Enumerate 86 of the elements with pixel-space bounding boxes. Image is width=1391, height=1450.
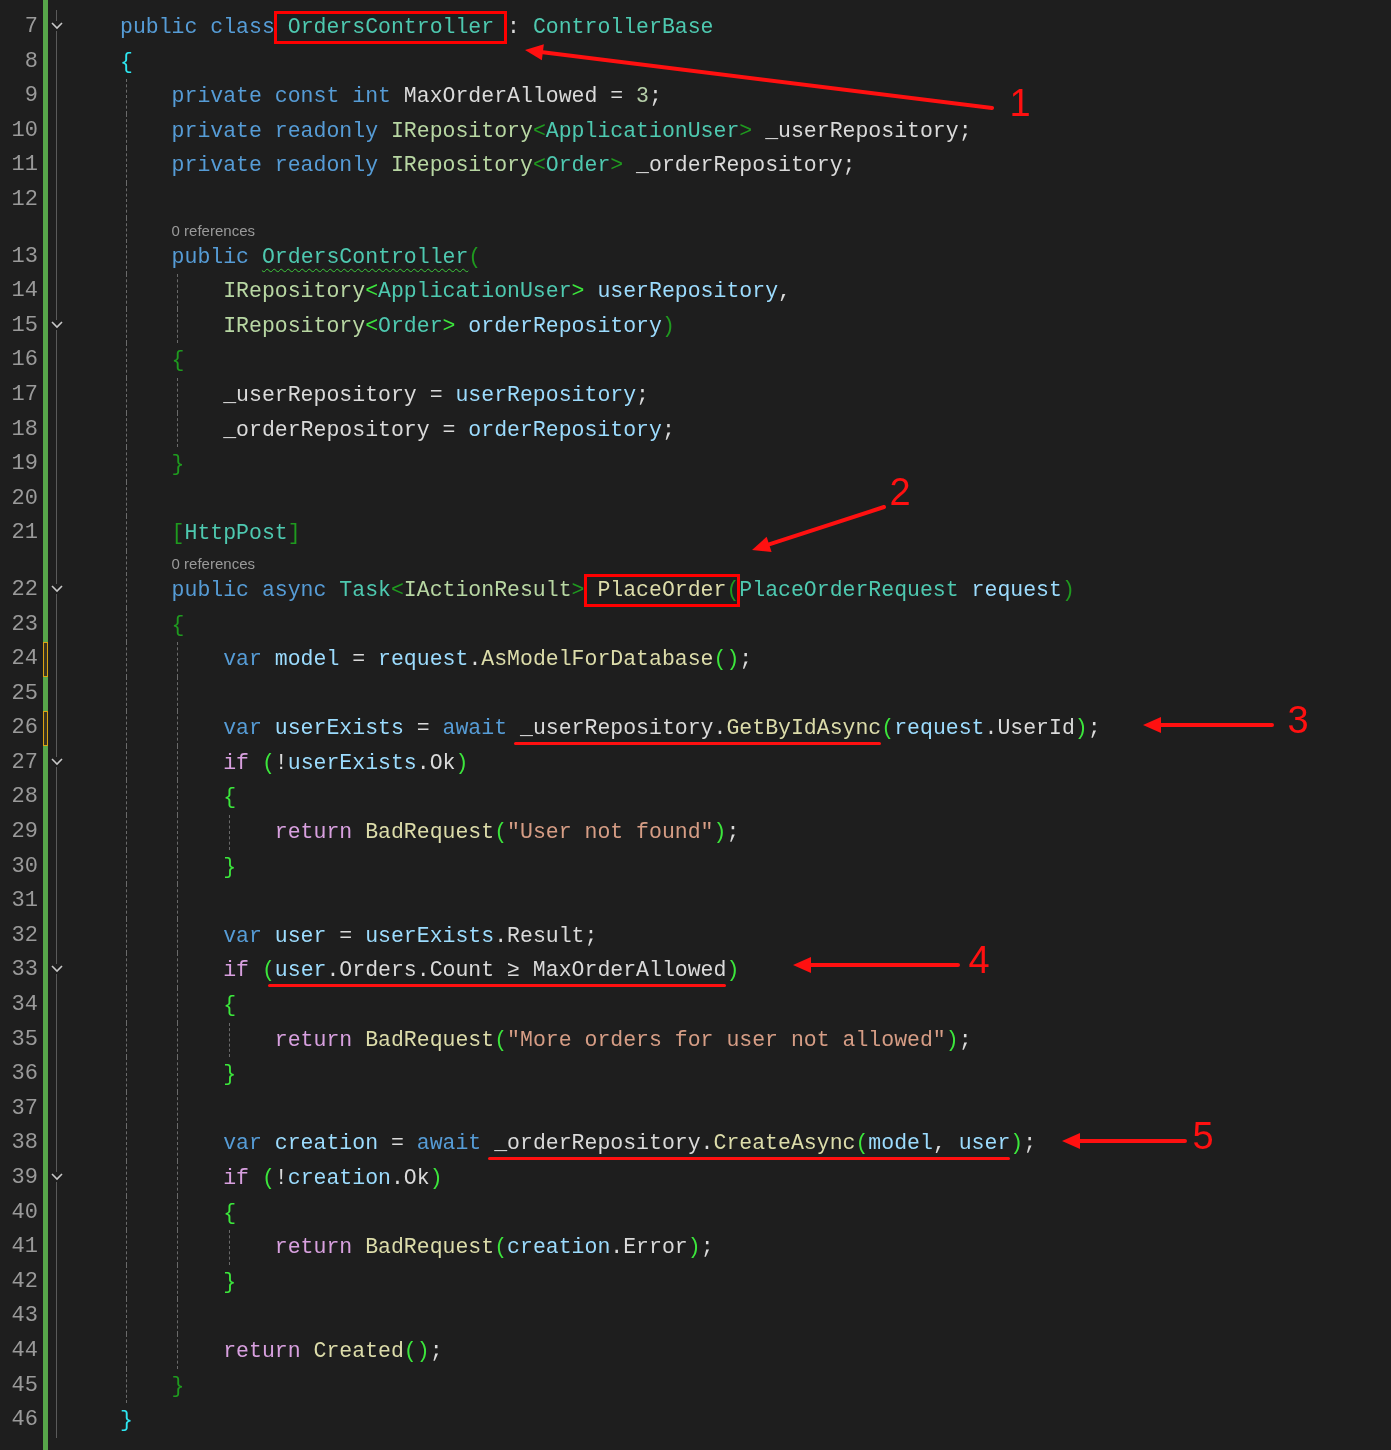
- line-number: 28: [11, 783, 38, 812]
- line-number: 39: [11, 1164, 38, 1192]
- line-number: 8: [24, 47, 38, 76]
- code-line: {: [120, 49, 133, 74]
- code-line: }: [171, 1373, 185, 1398]
- line-number: 45: [11, 1371, 38, 1400]
- line-number: 14: [11, 277, 38, 306]
- code-line: (PlaceOrderRequest request): [726, 577, 1075, 602]
- line-number: 31: [11, 887, 38, 916]
- callout-number: 4: [968, 940, 990, 980]
- line-number: 27: [11, 748, 38, 777]
- code-line: public async Task<IActionResult>: [171, 577, 586, 602]
- code-line: return BadRequest("User not found");: [274, 820, 740, 845]
- line-number: 32: [11, 921, 38, 950]
- line-number: 23: [11, 610, 38, 639]
- line-number: 24: [11, 645, 38, 674]
- code-line: public: [171, 244, 250, 269]
- code-line: {: [171, 348, 185, 373]
- line-number: 9: [24, 82, 38, 111]
- callout-number: 3: [1287, 700, 1309, 740]
- reference-count[interactable]: 0 references: [171, 554, 255, 572]
- line-number: 26: [11, 714, 38, 743]
- line-number: 42: [11, 1267, 38, 1296]
- line-number: 33: [11, 956, 38, 985]
- code-line: var creation = await _orderRepository.CreateAsync(model, user);: [223, 1131, 1037, 1156]
- code-line: if (!userExists.Ok): [223, 750, 469, 775]
- line-number: 43: [11, 1302, 38, 1331]
- line-number: 29: [11, 818, 38, 847]
- code-line: }: [223, 1269, 237, 1294]
- code-line: private readonly IRepository<ApplicationUser> _userRepository;: [171, 118, 972, 143]
- highlighted-code: OrdersController: [274, 11, 508, 44]
- line-number: 11: [11, 151, 38, 180]
- code-line: }: [223, 854, 237, 879]
- code-line: }: [120, 1408, 133, 1433]
- line-number: 15: [11, 311, 38, 340]
- line-number: 41: [11, 1233, 38, 1262]
- line-number: 17: [11, 380, 38, 409]
- line-number: 13: [11, 242, 38, 271]
- code-line: }: [171, 452, 185, 477]
- code-line: return Created();: [223, 1338, 443, 1363]
- code-line: var userExists = await _userRepository.GetByIdAsync(request.UserId);: [223, 716, 1101, 741]
- code-line: {: [223, 1200, 237, 1225]
- code-line: return BadRequest("More orders for user not allowed");: [274, 1027, 972, 1052]
- code-line: if (user.Orders.Count ≥ MaxOrderAllowed): [223, 958, 740, 983]
- code-line: var model = request.AsModelForDatabase();: [223, 647, 753, 672]
- code-line: {: [223, 993, 237, 1018]
- line-number: 35: [11, 1025, 38, 1054]
- line-number: 19: [11, 450, 38, 479]
- callout-number: 5: [1192, 1116, 1214, 1156]
- line-number: 22: [11, 575, 38, 604]
- code-line: (: [468, 244, 482, 269]
- line-number: 37: [11, 1094, 38, 1123]
- code-line: private readonly IRepository<Order> _orderRepository;: [171, 153, 856, 178]
- code-line: {: [171, 612, 185, 637]
- code-line: private const int MaxOrderAllowed = 3;: [171, 84, 662, 109]
- line-number: 36: [11, 1060, 38, 1089]
- code-line: IRepository<Order> orderRepository): [223, 313, 675, 338]
- line-number: 21: [11, 519, 38, 548]
- code-line: }: [223, 1062, 237, 1087]
- code-line: _orderRepository = orderRepository;: [223, 417, 675, 442]
- callout-number: 2: [889, 472, 911, 512]
- code-line: if (!creation.Ok): [223, 1166, 443, 1190]
- code-line: {: [223, 785, 237, 810]
- code-line: IRepository<ApplicationUser> userRepository,: [223, 279, 791, 304]
- warning-underlined-code: OrdersController: [261, 244, 469, 269]
- code-line: : ControllerBase: [506, 15, 714, 39]
- code-line: return BadRequest(creation.Error);: [274, 1235, 714, 1260]
- line-number: 20: [11, 484, 38, 513]
- code-line: public class: [120, 15, 276, 39]
- line-number: 18: [11, 415, 38, 444]
- line-number: 25: [11, 679, 38, 708]
- line-number: 10: [11, 116, 38, 145]
- line-number: 40: [11, 1198, 38, 1227]
- line-number: 30: [11, 852, 38, 881]
- code-line: _userRepository = userRepository;: [223, 382, 649, 407]
- line-number: 34: [11, 991, 38, 1020]
- code-line: [HttpPost]: [171, 521, 301, 546]
- line-number: 44: [11, 1336, 38, 1365]
- line-number: 16: [11, 346, 38, 375]
- line-number: 7: [24, 13, 38, 41]
- callout-number: 1: [1009, 83, 1031, 123]
- line-number: 46: [11, 1406, 38, 1435]
- line-number: 12: [11, 185, 38, 214]
- reference-count[interactable]: 0 references: [171, 221, 255, 239]
- line-number: 38: [11, 1129, 38, 1158]
- code-line: var user = userExists.Result;: [223, 923, 598, 948]
